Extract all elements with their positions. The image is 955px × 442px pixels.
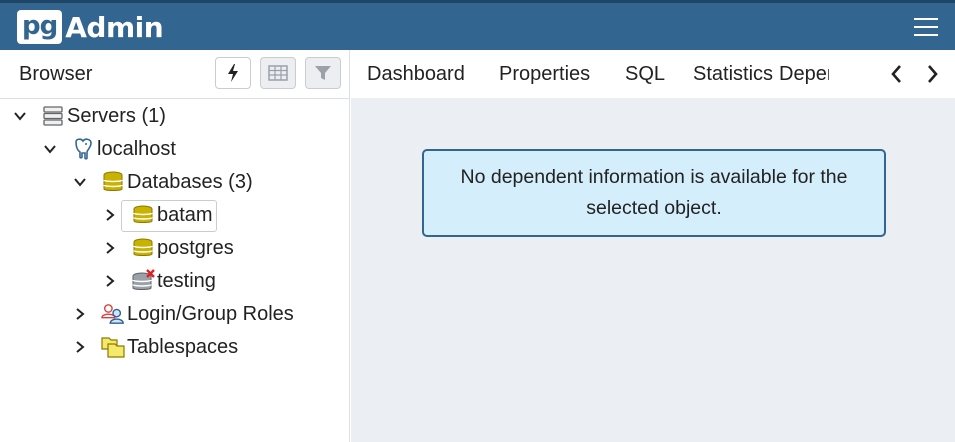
chevron-right-icon[interactable]: [103, 241, 117, 255]
tab-bar: Dashboard Properties SQL Statistics Depe…: [351, 50, 955, 99]
logo-pg: pg: [17, 10, 63, 44]
filter-rows-button[interactable]: [305, 57, 341, 89]
tree-label-databases: Databases (3): [127, 170, 253, 193]
server-group-icon: [41, 104, 65, 128]
top-navbar: pg Admin: [0, 0, 955, 50]
menu-icon[interactable]: [912, 15, 940, 39]
chevron-right-icon[interactable]: [103, 208, 117, 222]
tree-node-localhost[interactable]: localhost: [43, 135, 176, 163]
tree-label-servers: Servers (1): [67, 104, 166, 127]
tab-sql[interactable]: SQL: [625, 63, 665, 86]
tab-properties[interactable]: Properties: [499, 63, 590, 86]
logo-admin: Admin: [65, 10, 164, 44]
browser-header: Browser: [0, 50, 350, 99]
pgadmin-logo[interactable]: pg Admin: [17, 9, 164, 45]
browser-title: Browser: [19, 63, 93, 85]
browser-panel: Browser Servers (1) localhost Databases …: [0, 50, 350, 442]
tab-dependencies-clip: Dependencies: [779, 50, 829, 97]
postgresql-elephant-icon: [71, 137, 95, 161]
tree-node-batam[interactable]: batam: [103, 201, 213, 229]
database-icon: [131, 236, 155, 260]
query-tool-button[interactable]: [215, 57, 251, 89]
tree-label-batam: batam: [157, 203, 213, 226]
tree-node-login-roles[interactable]: Login/Group Roles: [73, 300, 294, 328]
lightning-icon: [228, 64, 238, 82]
dependencies-panel: No dependent information is available fo…: [351, 98, 955, 442]
tab-dependencies[interactable]: Dependencies: [779, 63, 829, 86]
tree-label-tablespaces: Tablespaces: [127, 335, 239, 358]
chevron-right-icon[interactable]: [73, 340, 87, 354]
tree-node-databases[interactable]: Databases (3): [73, 168, 253, 196]
tab-dashboard[interactable]: Dashboard: [367, 63, 465, 86]
database-disconnected-icon: [131, 269, 155, 293]
chevron-right-icon[interactable]: [103, 274, 117, 288]
tree-node-tablespaces[interactable]: Tablespaces: [73, 333, 238, 361]
chevron-down-icon[interactable]: [43, 142, 57, 156]
databases-icon: [101, 170, 125, 194]
login-roles-icon: [101, 302, 125, 326]
view-data-button[interactable]: [260, 57, 296, 89]
tree-label-localhost: localhost: [97, 137, 176, 160]
chevron-left-icon[interactable]: [887, 62, 907, 86]
tree-label-testing: testing: [157, 269, 216, 292]
tree-label-login-roles: Login/Group Roles: [127, 302, 294, 325]
chevron-right-icon[interactable]: [922, 62, 942, 86]
filter-icon: [315, 66, 331, 80]
tree-label-postgres: postgres: [157, 236, 234, 259]
tablespaces-folder-icon: [101, 335, 125, 359]
chevron-down-icon[interactable]: [13, 109, 27, 123]
tree-node-testing[interactable]: testing: [103, 267, 216, 295]
tree-node-servers[interactable]: Servers (1): [13, 102, 166, 130]
table-icon: [268, 65, 288, 81]
info-message: No dependent information is available fo…: [422, 149, 886, 237]
chevron-right-icon[interactable]: [73, 307, 87, 321]
tab-statistics[interactable]: Statistics: [693, 63, 773, 86]
database-icon: [131, 203, 155, 227]
chevron-down-icon[interactable]: [73, 175, 87, 189]
tree-node-postgres[interactable]: postgres: [103, 234, 234, 262]
